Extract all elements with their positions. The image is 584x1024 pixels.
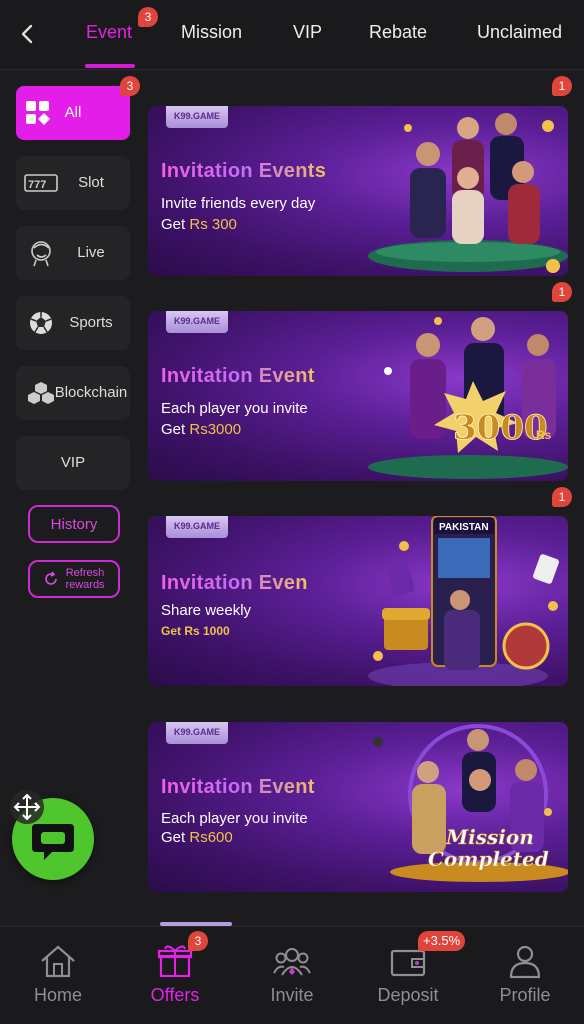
sidebar-item-label: Live	[77, 244, 105, 261]
nav-label: Profile	[499, 985, 551, 1005]
nav-home[interactable]: Home	[8, 943, 108, 1006]
history-button[interactable]: History	[28, 505, 120, 543]
refresh-rewards-button[interactable]: Refresh rewards	[28, 560, 120, 598]
banner-subtitle: Invite friends every day	[161, 195, 316, 212]
brand-tag: K99.GAME	[166, 516, 228, 538]
banner-subtitle: Each player you invite	[161, 400, 308, 417]
tab-event[interactable]: Event	[86, 22, 132, 43]
nav-invite[interactable]: Invite	[242, 943, 342, 1006]
tab-vip[interactable]: VIP	[293, 22, 322, 43]
drag-handle[interactable]	[10, 790, 44, 824]
soccer-ball-icon	[30, 312, 52, 334]
3000-rs-illustration: 3000 Rs	[368, 317, 568, 479]
sidebar-item-label: Slot	[78, 174, 104, 191]
banner-badge: 1	[552, 487, 572, 507]
banner-amount: Get Rs 300	[161, 216, 237, 233]
tab-event-badge: 3	[138, 7, 158, 27]
brand-tag: K99.GAME	[166, 722, 228, 744]
sidebar-item-sports[interactable]: Sports	[16, 296, 130, 350]
slot-machine-illustration: PAKISTAN	[368, 516, 559, 686]
tab-unclaimed[interactable]: Unclaimed	[477, 22, 562, 43]
nav-offers-badge: 3	[188, 931, 208, 951]
top-tab-bar: Event 3 Mission VIP Rebate Unclaimed	[0, 0, 584, 70]
sidebar-item-live[interactable]: Live	[16, 226, 130, 280]
tab-rebate[interactable]: Rebate	[369, 22, 427, 43]
nav-deposit[interactable]: Deposit	[358, 943, 458, 1006]
event-banner[interactable]: K99.GAME Invitation Events Invite friend…	[148, 106, 568, 276]
art-amount: 3000	[453, 408, 548, 448]
event-banner[interactable]: K99.GAME Invitation Event Each player yo…	[148, 311, 568, 481]
sidebar-all-badge: 3	[120, 76, 140, 96]
nav-label: Deposit	[377, 985, 439, 1005]
nav-label: Invite	[270, 985, 314, 1005]
banner-badge: 1	[552, 282, 572, 302]
nav-label: Offers	[150, 985, 200, 1005]
event-banner[interactable]: K99.GAME Invitation Event Each player yo…	[148, 722, 568, 892]
sidebar-item-slot[interactable]: 777 Slot	[16, 156, 130, 210]
home-icon	[41, 945, 75, 978]
brand-tag: K99.GAME	[166, 311, 228, 333]
sidebar-item-label: All	[64, 104, 82, 121]
move-arrows-icon	[13, 793, 41, 821]
art-currency: Rs	[536, 428, 552, 442]
people-icon	[273, 948, 311, 976]
refresh-label: rewards	[65, 579, 105, 591]
refresh-icon	[45, 571, 58, 585]
profile-icon	[509, 945, 541, 979]
banner-badge: 1	[552, 76, 572, 96]
banner-amount: Get Rs 1000	[161, 624, 230, 638]
banner-amount: Get Rs3000	[161, 421, 242, 438]
nav-offers[interactable]: Offers	[125, 943, 225, 1006]
event-banner[interactable]: K99.GAME Invitation Even Share weekly Ge…	[148, 516, 568, 686]
brand-tag: K99.GAME	[166, 106, 228, 128]
sidebar-item-all[interactable]: All	[16, 86, 130, 140]
bottom-navigation: Home Offers 3 Invite Deposit +3.5% Profi…	[0, 926, 584, 1024]
banner-title: Invitation Event	[161, 365, 315, 387]
nav-profile[interactable]: Profile	[475, 943, 575, 1006]
sidebar-item-label: Blockchain	[54, 384, 128, 401]
sidebar-item-label: Sports	[69, 314, 113, 331]
nav-deposit-badge: +3.5%	[418, 931, 466, 951]
banner-amount: Get Rs600	[161, 829, 233, 846]
art-label: PAKISTAN	[439, 522, 489, 533]
sidebar-item-label: VIP	[60, 454, 86, 471]
sidebar-item-blockchain[interactable]: Blockchain	[16, 366, 130, 420]
refresh-label: Refresh	[65, 567, 105, 579]
banner-title: Invitation Events	[161, 160, 327, 182]
blockchain-cubes-icon	[28, 382, 54, 404]
back-arrow-icon[interactable]	[14, 20, 42, 48]
art-subtitle: Completed	[428, 847, 549, 871]
active-tab-indicator	[85, 64, 135, 68]
casino-players-illustration	[368, 113, 568, 273]
tab-mission[interactable]: Mission	[181, 22, 242, 43]
banner-subtitle: Share weekly	[161, 602, 252, 619]
mission-completed-illustration: Mission Completed	[373, 724, 568, 882]
banner-title: Invitation Even	[161, 572, 308, 594]
svg-text:777: 777	[28, 179, 46, 191]
banner-title: Invitation Event	[161, 776, 315, 798]
sidebar-item-vip[interactable]: VIP	[16, 436, 130, 490]
banner-subtitle: Each player you invite	[161, 810, 308, 827]
slot-777-icon: 777	[24, 174, 58, 192]
nav-label: Home	[33, 985, 82, 1005]
live-dealer-icon	[31, 241, 51, 267]
art-title: Mission	[445, 825, 534, 849]
